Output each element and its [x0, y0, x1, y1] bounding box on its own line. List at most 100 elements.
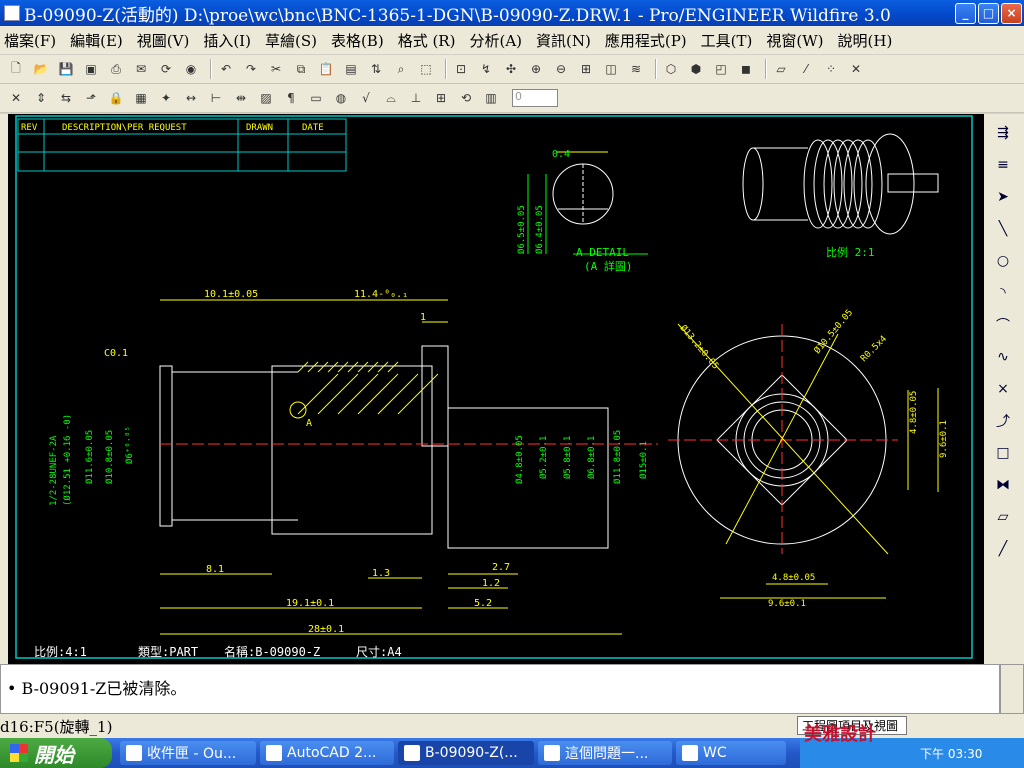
- zoom-fit-icon[interactable]: ⊞: [576, 59, 596, 79]
- left-strip: [0, 114, 8, 668]
- datum-plane-icon[interactable]: ▱: [771, 59, 791, 79]
- relations-icon[interactable]: ⇶: [990, 120, 1016, 146]
- hatch-icon[interactable]: ▨: [256, 88, 276, 108]
- task-outlook[interactable]: 收件匣 - Ou...: [120, 741, 256, 765]
- menu-applications[interactable]: 應用程式(P): [605, 30, 687, 51]
- surface-finish-icon[interactable]: √: [356, 88, 376, 108]
- save-copy-icon[interactable]: ▣: [81, 59, 101, 79]
- ordinate-icon[interactable]: ⊢: [206, 88, 226, 108]
- start-button[interactable]: 開始: [0, 738, 112, 768]
- task-ie[interactable]: 這個問題一...: [538, 741, 672, 765]
- menu-insert[interactable]: 插入(I): [203, 30, 251, 51]
- close-button[interactable]: ×: [1001, 2, 1022, 24]
- menu-edit[interactable]: 編輯(E): [70, 30, 123, 51]
- toolbar-main: 🗋 📂 💾 ▣ ⎙ ✉ ⟳ ◉ ↶ ↷ ✂ ⧉ 📋 ▤ ⇅ ⌕ ⬚ ⊡ ↯ ✣ …: [0, 55, 1024, 84]
- table-icon[interactable]: ▦: [131, 88, 151, 108]
- disk-icon[interactable]: ◉: [181, 59, 201, 79]
- select-box-icon[interactable]: ⬚: [416, 59, 436, 79]
- update-icon[interactable]: ⟲: [456, 88, 476, 108]
- repaint-icon[interactable]: ⊡: [451, 59, 471, 79]
- flip-arrows-icon[interactable]: ⇆: [56, 88, 76, 108]
- note-icon[interactable]: ¶: [281, 88, 301, 108]
- minimize-button[interactable]: _: [955, 2, 976, 24]
- spin-center-icon[interactable]: ✣: [501, 59, 521, 79]
- orient-icon[interactable]: ↯: [476, 59, 496, 79]
- open-folder-icon[interactable]: 📂: [31, 59, 51, 79]
- arc-icon[interactable]: ◝: [990, 280, 1016, 306]
- datum-icon[interactable]: ⊥: [406, 88, 426, 108]
- shading-icon[interactable]: ◼: [736, 59, 756, 79]
- text-style-icon[interactable]: ▭: [306, 88, 326, 108]
- dimension-icon[interactable]: ⇕: [31, 88, 51, 108]
- email-icon[interactable]: ✉: [131, 59, 151, 79]
- zoom-value-input[interactable]: 0: [512, 89, 558, 107]
- select-arrow-icon[interactable]: ➤: [990, 184, 1016, 210]
- rectangle-icon[interactable]: □: [990, 440, 1016, 466]
- cut-icon[interactable]: ✂: [266, 59, 286, 79]
- message-scrollbar[interactable]: [1000, 664, 1024, 714]
- drawing-canvas[interactable]: REV DESCRIPTION\PER REQUEST DRAWN DATE 0…: [8, 114, 984, 664]
- show-annotations-icon[interactable]: ✦: [156, 88, 176, 108]
- detail-dim: 0.4: [552, 149, 570, 160]
- redo-icon[interactable]: ↷: [241, 59, 261, 79]
- offset-icon[interactable]: ⤴: [990, 408, 1016, 434]
- date-header: DATE: [302, 123, 324, 133]
- layers-icon[interactable]: ≋: [626, 59, 646, 79]
- paste-icon[interactable]: 📋: [316, 59, 336, 79]
- grid-icon[interactable]: ⊞: [431, 88, 451, 108]
- hidden-line-icon[interactable]: ⬢: [686, 59, 706, 79]
- menu-view[interactable]: 視圖(V): [137, 30, 190, 51]
- zoom-out-icon[interactable]: ⊖: [551, 59, 571, 79]
- save-icon[interactable]: 💾: [56, 59, 76, 79]
- task-folder[interactable]: WC: [676, 741, 786, 765]
- paste-special-icon[interactable]: ▤: [341, 59, 361, 79]
- sheet-icon[interactable]: ▥: [481, 88, 501, 108]
- menu-info[interactable]: 資訊(N): [536, 30, 591, 51]
- view-manager-icon[interactable]: ◫: [601, 59, 621, 79]
- datum-axis-icon[interactable]: ⁄: [796, 59, 816, 79]
- dim-new-icon[interactable]: ↔: [181, 88, 201, 108]
- menu-table[interactable]: 表格(B): [331, 30, 384, 51]
- find-icon[interactable]: ⌕: [391, 59, 411, 79]
- menu-sketch[interactable]: 草繪(S): [265, 30, 317, 51]
- window-title: B-09090-Z(活動的) D:\proe\wc\bnc\BNC-1365-1…: [24, 5, 891, 26]
- point-icon[interactable]: ×: [990, 376, 1016, 402]
- clock[interactable]: 下午 03:30: [920, 745, 982, 762]
- new-file-icon[interactable]: 🗋: [6, 59, 26, 79]
- regenerate-icon[interactable]: ⇅: [366, 59, 386, 79]
- fillet-icon[interactable]: ⌒: [990, 312, 1016, 338]
- menu-window[interactable]: 視窗(W): [766, 30, 823, 51]
- lock-icon[interactable]: 🔒: [106, 88, 126, 108]
- construction-line-icon[interactable]: ╱: [990, 536, 1016, 562]
- model-tree-icon[interactable]: ≡: [990, 152, 1016, 178]
- menu-help[interactable]: 說明(H): [838, 30, 893, 51]
- footer-size: 尺寸:A4: [356, 645, 402, 659]
- task-proe[interactable]: B-09090-Z(...: [398, 741, 534, 765]
- gtol-icon[interactable]: ⌓: [381, 88, 401, 108]
- parallelogram-icon[interactable]: ▱: [990, 504, 1016, 530]
- zoom-in-icon[interactable]: ⊕: [526, 59, 546, 79]
- line-icon[interactable]: ╲: [990, 216, 1016, 242]
- menu-analysis[interactable]: 分析(A): [469, 30, 522, 51]
- menu-format[interactable]: 格式 (R): [398, 30, 456, 51]
- menu-file[interactable]: 檔案(F): [4, 30, 56, 51]
- copy-icon[interactable]: ⧉: [291, 59, 311, 79]
- dim-1-3: 1.3: [372, 568, 390, 579]
- task-autocad[interactable]: AutoCAD 2...: [260, 741, 394, 765]
- delete-icon[interactable]: ✕: [6, 88, 26, 108]
- circle-icon[interactable]: ○: [990, 248, 1016, 274]
- move-item-icon[interactable]: ⬏: [81, 88, 101, 108]
- balloon-icon[interactable]: ◍: [331, 88, 351, 108]
- wireframe-icon[interactable]: ⬡: [661, 59, 681, 79]
- datum-point-icon[interactable]: ⁘: [821, 59, 841, 79]
- mirror-icon[interactable]: ⧓: [990, 472, 1016, 498]
- maximize-button[interactable]: □: [978, 2, 999, 24]
- ref-dim-icon[interactable]: ⇹: [231, 88, 251, 108]
- csys-icon[interactable]: ✕: [846, 59, 866, 79]
- no-hidden-icon[interactable]: ◰: [711, 59, 731, 79]
- menu-tools[interactable]: 工具(T): [701, 30, 753, 51]
- regen-icon[interactable]: ⟳: [156, 59, 176, 79]
- undo-icon[interactable]: ↶: [216, 59, 236, 79]
- print-icon[interactable]: ⎙: [106, 59, 126, 79]
- spline-icon[interactable]: ∿: [990, 344, 1016, 370]
